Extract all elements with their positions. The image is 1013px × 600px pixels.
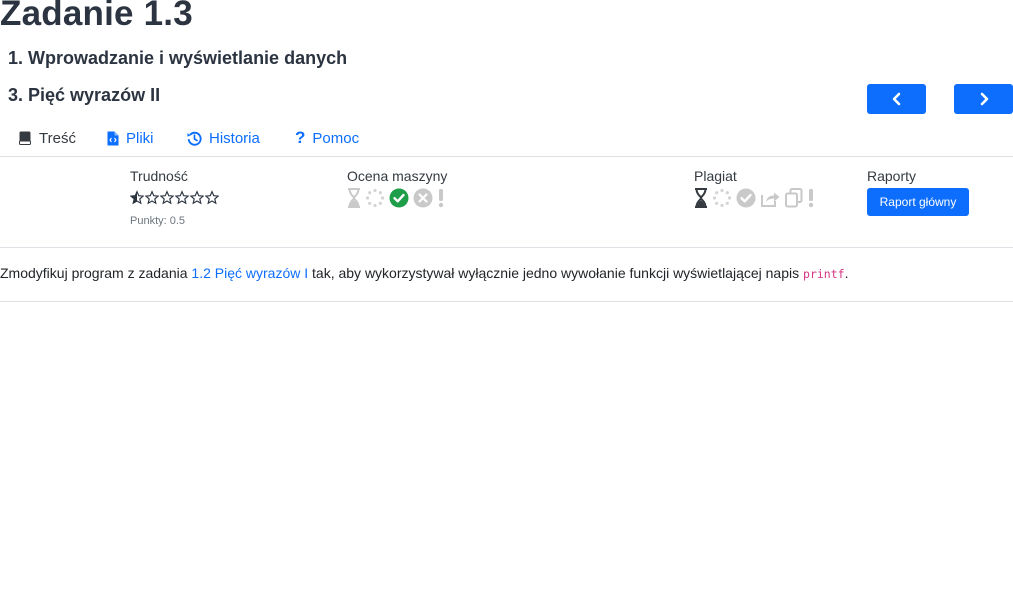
description-text-middle: tak, aby wykorzystywał wyłącznie jedno w…	[308, 265, 804, 281]
next-task-button[interactable]	[954, 84, 1013, 114]
book-icon	[19, 131, 31, 145]
chevron-right-icon	[980, 92, 988, 106]
star-empty-icon	[190, 190, 204, 205]
description-divider	[0, 301, 1013, 302]
star-empty-icon	[145, 190, 159, 205]
spinner-icon	[365, 188, 385, 208]
task-description: Zmodyfikuj program z zadania 1.2 Pięć wy…	[0, 265, 848, 281]
hourglass-icon	[348, 188, 360, 208]
star-empty-icon	[175, 190, 189, 205]
check-circle-icon	[389, 188, 409, 208]
share-icon	[761, 192, 780, 207]
main-report-button[interactable]: Raport główny	[867, 188, 969, 216]
previous-task-button[interactable]	[867, 84, 926, 114]
chapter-heading: 1. Wprowadzanie i wyświetlanie danych	[8, 48, 348, 68]
tab-pliki-label: Pliki	[126, 129, 154, 147]
exclamation-icon	[438, 189, 444, 208]
title-word: Zadanie	[0, 0, 134, 33]
points-text: Punkty: 0.5	[130, 215, 186, 227]
previous-task-link[interactable]: 1.2 Pięć wyrazów I	[191, 265, 308, 281]
difficulty-label: Trudność	[130, 168, 188, 184]
tab-pomoc[interactable]: ? Pomoc	[295, 126, 359, 150]
difficulty-stars	[130, 190, 219, 205]
hourglass-icon	[695, 188, 707, 208]
history-icon	[187, 131, 202, 146]
exclamation-icon	[808, 189, 814, 208]
printf-code: printf	[803, 267, 845, 281]
question-icon: ?	[295, 128, 306, 147]
page-title: Zadanie 1.3	[0, 0, 193, 34]
info-divider	[0, 247, 1013, 248]
copy-icon	[785, 188, 803, 208]
check-circle-icon	[736, 188, 756, 208]
plagiarism-status	[694, 187, 815, 209]
tab-tresc-label: Treść	[39, 129, 76, 147]
task-heading: 3. Pięć wyrazów II	[8, 85, 161, 105]
chevron-left-icon	[892, 92, 900, 106]
spinner-icon	[712, 188, 732, 208]
description-text-end: .	[844, 265, 849, 281]
x-circle-icon	[413, 188, 433, 208]
file-code-icon	[107, 131, 119, 145]
description-text-start: Zmodyfikuj program z zadania	[0, 265, 192, 281]
machine-grade-status	[347, 187, 445, 209]
plagiarism-label: Plagiat	[694, 168, 737, 184]
machine-grade-label: Ocena maszyny	[347, 168, 448, 184]
task-tabs: Treść Pliki Historia ? Pomoc	[0, 126, 1013, 156]
tab-historia[interactable]: Historia	[187, 126, 260, 150]
tab-tresc[interactable]: Treść	[18, 126, 76, 150]
star-empty-icon	[205, 190, 219, 205]
title-number: 1.3	[143, 0, 193, 33]
star-empty-icon	[160, 190, 174, 205]
reports-label: Raporty	[867, 168, 917, 184]
tab-pliki[interactable]: Pliki	[107, 126, 154, 150]
tabs-divider	[0, 156, 1013, 157]
tab-pomoc-label: Pomoc	[312, 129, 360, 147]
star-half-icon	[130, 190, 144, 205]
tab-historia-label: Historia	[209, 129, 260, 147]
